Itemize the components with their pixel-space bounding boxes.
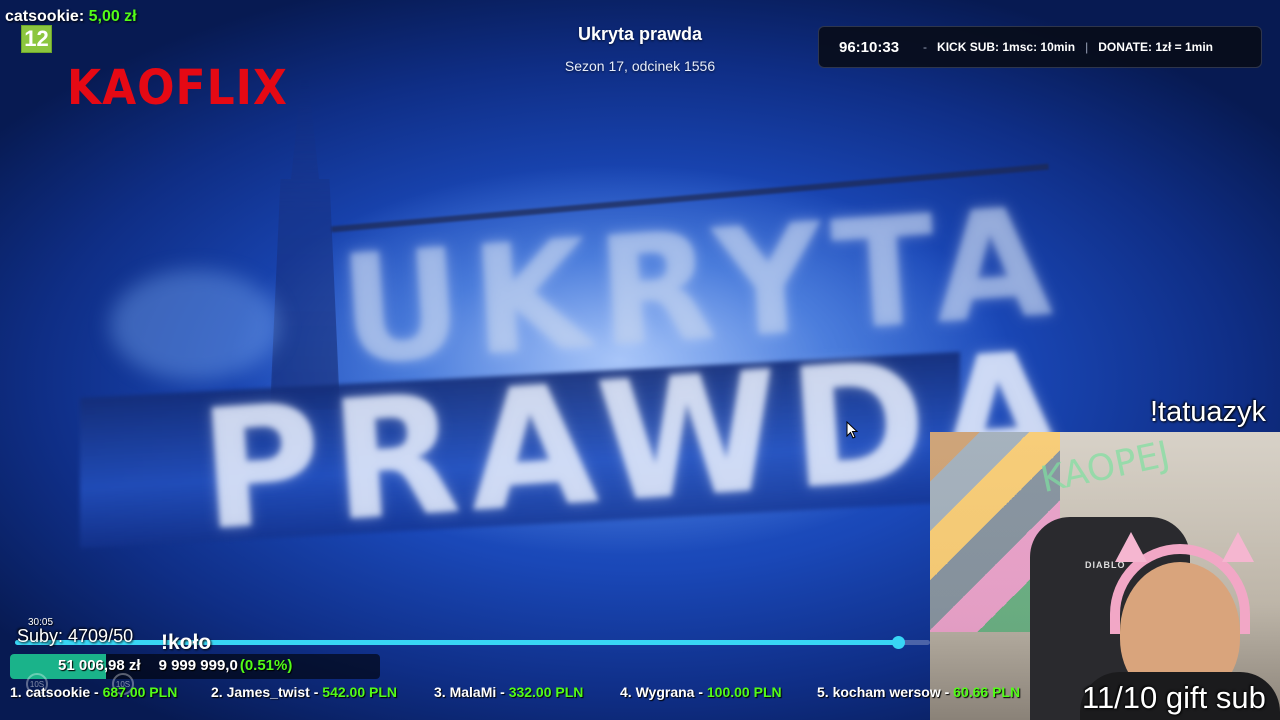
eye-graphic	[110, 270, 280, 380]
gift-sub-counter: 11/10 gift sub	[1082, 680, 1266, 715]
stream-stage: UKRYTA PRAWDA Ukryta prawda Sezon 17, od…	[0, 0, 1280, 720]
rule-separator: |	[1085, 40, 1089, 54]
video-progress-handle[interactable]	[891, 636, 905, 649]
donor-name: catsookie:	[5, 8, 85, 25]
palace-tower-silhouette	[270, 80, 340, 410]
kick-sub-rule: KICK SUB: 1msc: 10min	[937, 40, 1076, 54]
cat-ear-left	[1115, 532, 1147, 562]
kaoflix-logo: KAOFLIX	[67, 60, 288, 117]
donation-alert: catsookie: 5,00 zł	[5, 8, 137, 26]
video-progress-fill	[15, 640, 898, 645]
leaderboard-item: 3. MalaMi - 332.00 PLN	[434, 684, 584, 700]
timer-separator: -	[923, 40, 928, 54]
subathon-timer: 96:10:33	[839, 38, 900, 56]
leaderboard-item: 5. kocham wersow - 60.66 PLN	[817, 684, 1021, 700]
leaderboard-item: 2. James_twist - 542.00 PLN	[211, 684, 397, 700]
cat-ear-right	[1222, 532, 1254, 562]
goal-percent: (0.51%)	[239, 657, 293, 674]
donate-rule: DONATE: 1zł = 1min	[1098, 40, 1214, 54]
video-progress-bar[interactable]	[15, 636, 930, 649]
leaderboard-item: 1. catsookie - 687.00 PLN	[10, 684, 178, 700]
webcam-feed: KAOPEJ DIABLO	[930, 432, 1280, 720]
donor-leaderboard: 1. catsookie - 687.00 PLN 2. James_twist…	[0, 682, 1080, 704]
donation-amount: 5,00 zł	[88, 8, 137, 25]
leaderboard-item: 4. Wygrana - 100.00 PLN	[620, 684, 782, 700]
kolo-command: !koło	[161, 631, 212, 654]
mouse-cursor-icon	[846, 421, 858, 439]
age-rating-badge: 12	[21, 25, 52, 53]
subathon-timer-box: 96:10:33 - KICK SUB: 1msc: 10min | DONAT…	[818, 26, 1262, 68]
goal-amount: 51 006,98 zł	[58, 657, 141, 674]
subs-goal: Suby: 4709/50	[17, 626, 134, 646]
donation-goal-text: 51 006,98 zł 9 999 999,0 (0.51%)	[58, 657, 292, 674]
goal-target: 9 999 999,0	[158, 657, 238, 674]
tatuazyk-command: !tatuazyk	[1150, 396, 1267, 428]
